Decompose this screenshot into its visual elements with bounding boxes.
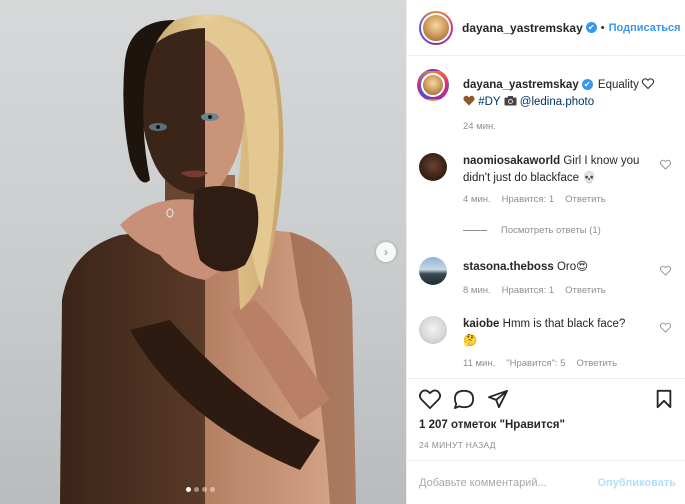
comment-likes[interactable]: Нравится: 1 (502, 285, 554, 296)
post-sidebar: dayana_yastremskay ✔ • Подписаться dayan… (406, 0, 685, 504)
avatar-image (421, 73, 445, 97)
bookmark-icon[interactable] (655, 389, 673, 409)
comment-username[interactable]: kaiobe (463, 318, 499, 330)
header-username[interactable]: dayana_yastremskay (462, 21, 583, 35)
avatar[interactable] (419, 10, 453, 45)
comment-text: kaiobe Hmm is that black face? 🤔 (463, 316, 638, 350)
like-comment-heart-icon[interactable] (660, 322, 671, 333)
comment-likes[interactable]: Нравится: 1 (502, 194, 554, 205)
comment-body: Oro😍 (553, 261, 589, 273)
chevron-right-icon: › (384, 245, 388, 259)
like-comment-heart-icon[interactable] (660, 159, 671, 170)
avatar[interactable] (419, 153, 447, 181)
heart-emoji-icon (641, 78, 655, 90)
caption-meta: 24 мин. (463, 121, 496, 132)
caption-username[interactable]: dayana_yastremskay (463, 79, 579, 91)
post-header: dayana_yastremskay ✔ • Подписаться (407, 0, 685, 56)
avatar[interactable] (419, 316, 447, 344)
follow-button[interactable]: Подписаться (609, 22, 681, 34)
comment-meta: 8 мин. Нравится: 1 Ответить (463, 285, 606, 296)
next-photo-button[interactable]: › (376, 242, 396, 262)
comment-bubble-icon[interactable] (453, 389, 475, 409)
like-heart-icon[interactable] (419, 389, 441, 409)
caption-mention[interactable]: @ledina.photo (520, 96, 594, 108)
view-replies-label: Посмотреть ответы (1) (501, 225, 601, 236)
comment-text: stasona.theboss Oro😍 (463, 259, 648, 276)
comment-time[interactable]: 8 мин. (463, 285, 491, 296)
comment-time[interactable]: 4 мин. (463, 194, 491, 205)
brown-heart-icon (463, 95, 475, 106)
replies-divider (463, 230, 487, 231)
verified-badge-icon: ✔ (585, 22, 597, 33)
carousel-indicator (186, 487, 215, 492)
avatar[interactable] (417, 69, 449, 101)
post-actions: 1 207 отметок "Нравится" 24 МИНУТ НАЗАД (407, 378, 685, 458)
share-send-icon[interactable] (487, 389, 509, 409)
verified-badge-icon: ✔ (581, 79, 593, 91)
comment-likes[interactable]: "Нравится": 5 (506, 358, 565, 369)
reply-button[interactable]: Ответить (565, 285, 606, 296)
comment-username[interactable]: stasona.theboss (463, 261, 554, 273)
post-photo (60, 14, 356, 504)
like-comment-heart-icon[interactable] (660, 265, 671, 276)
carousel-dot (202, 487, 207, 492)
separator-bullet: • (600, 21, 605, 34)
carousel-dot (210, 487, 215, 492)
caption-hashtag[interactable]: #DY (478, 96, 500, 108)
comment-input[interactable] (419, 476, 589, 489)
avatar[interactable] (419, 257, 447, 285)
comment-meta: 11 мин. "Нравится": 5 Ответить (463, 358, 617, 369)
caption-time[interactable]: 24 мин. (463, 121, 496, 132)
add-comment-form: Опубликовать (407, 460, 685, 504)
caption-text: dayana_yastremskay ✔ Equality #DY @ledina… (463, 77, 663, 111)
post-media[interactable]: › (0, 0, 406, 504)
camera-icon (504, 96, 517, 106)
carousel-dot (186, 487, 191, 492)
avatar-image (421, 12, 451, 43)
reply-button[interactable]: Ответить (565, 194, 606, 205)
view-replies-button[interactable]: Посмотреть ответы (1) (463, 225, 601, 236)
post-timestamp: 24 МИНУТ НАЗАД (419, 440, 496, 450)
comment-meta: 4 мин. Нравится: 1 Ответить (463, 194, 606, 205)
publish-button[interactable]: Опубликовать (597, 477, 676, 489)
instagram-post: › dayana_yastremskay ✔ • Подписаться day… (0, 0, 685, 504)
carousel-dot (194, 487, 199, 492)
comment-text: naomiosakaworld Girl I know you didn't j… (463, 153, 648, 187)
comments-section[interactable]: dayana_yastremskay ✔ Equality #DY @ledina… (407, 57, 685, 378)
comment-username[interactable]: naomiosakaworld (463, 155, 560, 167)
comment-time[interactable]: 11 мин. (463, 358, 495, 369)
likes-count[interactable]: 1 207 отметок "Нравится" (419, 419, 565, 431)
reply-button[interactable]: Ответить (576, 358, 617, 369)
caption-body: Equality (594, 79, 639, 91)
